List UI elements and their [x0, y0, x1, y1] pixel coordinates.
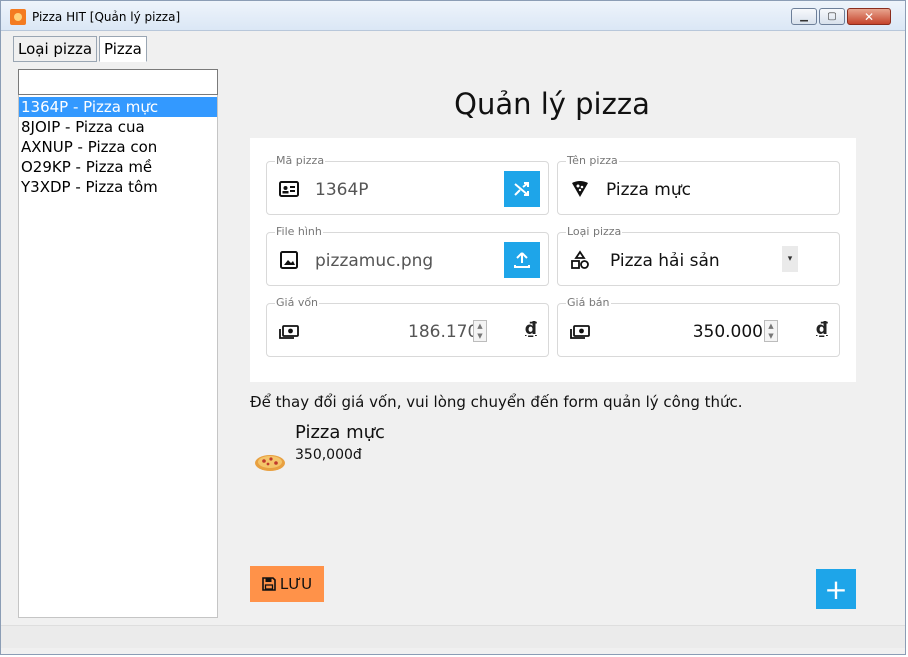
preview-name: Pizza mực	[295, 422, 385, 443]
minimize-icon: ▁	[800, 11, 808, 22]
category-dropdown-button[interactable]: ▾	[782, 246, 798, 272]
pizza-form-card: Mã pizza 1364P Tên pizza Pizza mực File …	[250, 138, 856, 382]
maximize-button[interactable]: ▢	[819, 8, 845, 25]
name-label: Tên pizza	[566, 154, 619, 167]
upload-image-button[interactable]	[504, 242, 540, 278]
app-window: Pizza HIT [Quản lý pizza] ▁ ▢ ✕ Loại piz…	[0, 0, 906, 655]
price-currency: ₫	[816, 319, 828, 339]
spin-down-icon: ▼	[477, 332, 483, 340]
pizza-icon	[255, 455, 285, 471]
app-logo-icon	[10, 9, 26, 25]
id-card-icon	[279, 181, 299, 197]
title-bar[interactable]: Pizza HIT [Quản lý pizza] ▁ ▢ ✕	[1, 1, 905, 31]
shuffle-icon	[514, 182, 529, 196]
page-title: Quản lý pizza	[454, 87, 650, 121]
price-field: Giá bán 350.000 ▲ ▼ ₫	[557, 297, 840, 357]
list-item[interactable]: 1364P - Pizza mực	[19, 97, 217, 117]
list-item[interactable]: 8JOIP - Pizza cua	[19, 117, 217, 137]
preview-price: 350,000đ	[295, 447, 362, 463]
save-button[interactable]: LƯU	[250, 566, 324, 602]
add-button[interactable]: +	[816, 569, 856, 609]
spin-up-icon: ▲	[768, 322, 774, 330]
image-field: File hình pizzamuc.png	[266, 226, 549, 286]
price-value[interactable]: 350.000	[686, 321, 763, 343]
plus-icon: +	[824, 572, 848, 606]
category-label: Loại pizza	[566, 225, 623, 238]
code-value[interactable]: 1364P	[315, 179, 369, 201]
save-label: LƯU	[279, 575, 313, 593]
cost-value[interactable]: 186.170	[408, 321, 478, 343]
list-item[interactable]: AXNUP - Pizza con	[19, 137, 217, 157]
price-spinner[interactable]: ▲ ▼	[764, 320, 778, 342]
minimize-button[interactable]: ▁	[791, 8, 817, 25]
status-bar	[1, 625, 905, 648]
maximize-icon: ▢	[827, 11, 837, 22]
caret-down-icon: ▾	[787, 254, 793, 264]
save-icon	[262, 577, 276, 591]
image-icon	[280, 251, 298, 269]
image-label: File hình	[275, 225, 323, 238]
cost-currency: ₫	[525, 319, 537, 339]
shapes-icon	[571, 250, 589, 269]
tab-loai-pizza[interactable]: Loại pizza	[13, 36, 98, 62]
pizza-list: 1364P - Pizza mực 8JOIP - Pizza cua AXNU…	[19, 97, 217, 197]
search-input[interactable]	[18, 69, 218, 95]
spin-up-icon: ▲	[477, 322, 483, 330]
window-title: Pizza HIT [Quản lý pizza]	[32, 10, 181, 24]
list-item[interactable]: O29KP - Pizza mề	[19, 157, 217, 177]
money-icon	[570, 325, 590, 339]
cost-spinner[interactable]: ▲ ▼	[473, 320, 487, 342]
close-button[interactable]: ✕	[847, 8, 891, 25]
list-item[interactable]: Y3XDP - Pizza tôm	[19, 177, 217, 197]
generate-code-button[interactable]	[504, 171, 540, 207]
name-field: Tên pizza Pizza mực	[557, 155, 840, 215]
upload-icon	[514, 252, 530, 268]
category-field: Loại pizza Pizza hải sản ▾	[557, 226, 840, 286]
cost-field: Giá vốn 186.170 ▲ ▼ ₫	[266, 297, 549, 357]
code-label: Mã pizza	[275, 154, 326, 167]
cost-label: Giá vốn	[275, 296, 320, 309]
close-icon: ✕	[863, 9, 875, 24]
code-field: Mã pizza 1364P	[266, 155, 549, 215]
money-icon	[279, 325, 299, 339]
pizza-slice-icon	[572, 181, 588, 197]
name-value[interactable]: Pizza mực	[606, 179, 691, 201]
category-select[interactable]: Pizza hải sản	[610, 250, 720, 272]
spin-down-icon: ▼	[768, 332, 774, 340]
price-label: Giá bán	[566, 296, 611, 309]
image-value[interactable]: pizzamuc.png	[315, 250, 433, 272]
tab-pizza[interactable]: Pizza	[99, 36, 147, 62]
cost-note: Để thay đổi giá vốn, vui lòng chuyển đến…	[250, 393, 743, 411]
window-controls: ▁ ▢ ✕	[791, 8, 891, 25]
